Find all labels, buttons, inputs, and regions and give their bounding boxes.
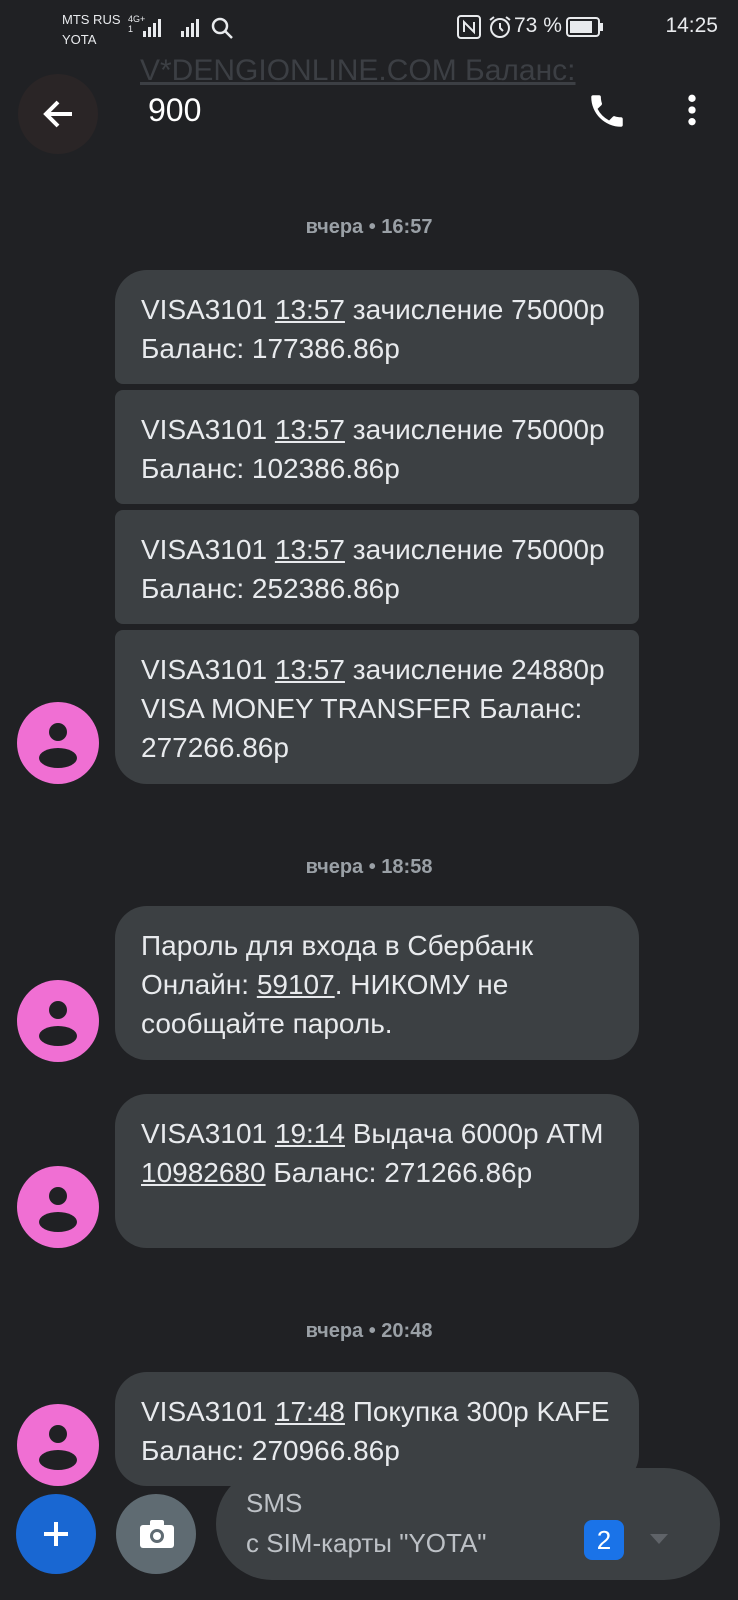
time-link[interactable]: 13:57 (275, 414, 345, 445)
timestamp-divider: вчера • 18:58 (305, 856, 433, 878)
message-bubble[interactable]: VISA3101 13:57 зачисление 75000р Баланс:… (115, 390, 639, 504)
atm-link[interactable]: 10982680 (141, 1157, 266, 1188)
input-placeholder-line2: с SIM-карты "YOTA" (246, 1528, 487, 1558)
person-icon (39, 723, 77, 768)
message-text: VISA3101 (141, 414, 275, 445)
status-bar: MTS RUS YOTA 4G+ 1 73 % 14:25 (0, 0, 738, 60)
message-text: VISA3101 (141, 1118, 275, 1149)
alarm-icon (489, 16, 511, 38)
more-vert-icon[interactable] (672, 90, 712, 130)
clock: 14:25 (665, 14, 718, 37)
carrier-2: YOTA (62, 32, 97, 47)
input-placeholder-line1: SMS (246, 1488, 303, 1518)
sim-selector[interactable]: 2 (584, 1520, 624, 1560)
message-text: Выдача 6000р ATM (344, 1118, 604, 1149)
message-text: VISA3101 (141, 654, 275, 685)
message-bubble[interactable]: Пароль для входа в Сбербанк Онлайн: 5910… (115, 906, 639, 1060)
battery-icon (566, 17, 603, 37)
app-bar: 900 (0, 60, 738, 170)
camera-button[interactable] (116, 1494, 196, 1574)
back-arrow-icon (43, 100, 72, 128)
avatar[interactable] (17, 980, 99, 1062)
message-bubble[interactable]: VISA3101 13:57 зачисление 75000р Баланс:… (115, 270, 639, 384)
network-type-2: 1 (128, 24, 134, 34)
time-link[interactable]: 13:57 (275, 654, 345, 685)
camera-icon (140, 1520, 174, 1548)
avatar[interactable] (17, 1166, 99, 1248)
signal-icon-2 (181, 19, 199, 37)
message-text: VISA3101 (141, 534, 275, 565)
time-link[interactable]: 13:57 (275, 534, 345, 565)
message-bubble[interactable]: VISA3101 13:57 зачисление 24880р VISA MO… (115, 630, 639, 784)
search-icon (211, 17, 233, 39)
composer: SMS с SIM-карты "YOTA" 2 (0, 1460, 738, 1600)
add-icon (44, 1522, 68, 1546)
person-icon (39, 1001, 77, 1046)
signal-icon (143, 19, 161, 37)
battery-percent: 73 % (514, 14, 562, 37)
nfc-icon (457, 15, 481, 39)
dropdown-icon[interactable] (650, 1534, 668, 1544)
conversation-title: 900 (148, 92, 202, 128)
phone-icon[interactable] (586, 90, 628, 132)
message-text: Баланс: 271266.86р (265, 1157, 533, 1188)
time-link[interactable]: 13:57 (275, 294, 345, 325)
time-link[interactable]: 19:14 (275, 1118, 345, 1149)
carrier-1: MTS RUS (62, 12, 121, 27)
code-link[interactable]: 59107 (257, 969, 335, 1000)
attach-button[interactable] (16, 1494, 96, 1574)
message-input[interactable]: SMS с SIM-карты "YOTA" 2 (216, 1468, 720, 1580)
avatar[interactable] (17, 702, 99, 784)
back-button[interactable] (18, 74, 98, 154)
carrier-names: MTS RUS YOTA (62, 10, 121, 50)
time-link[interactable]: 17:48 (275, 1396, 345, 1427)
person-icon (39, 1187, 77, 1232)
message-text: VISA3101 (141, 1396, 275, 1427)
message-text: VISA3101 (141, 294, 275, 325)
timestamp-divider: вчера • 20:48 (305, 1320, 433, 1342)
message-bubble[interactable]: VISA3101 13:57 зачисление 75000р Баланс:… (115, 510, 639, 624)
timestamp-divider: вчера • 16:57 (305, 216, 433, 238)
message-bubble[interactable]: VISA3101 19:14 Выдача 6000р ATM 10982680… (115, 1094, 639, 1248)
